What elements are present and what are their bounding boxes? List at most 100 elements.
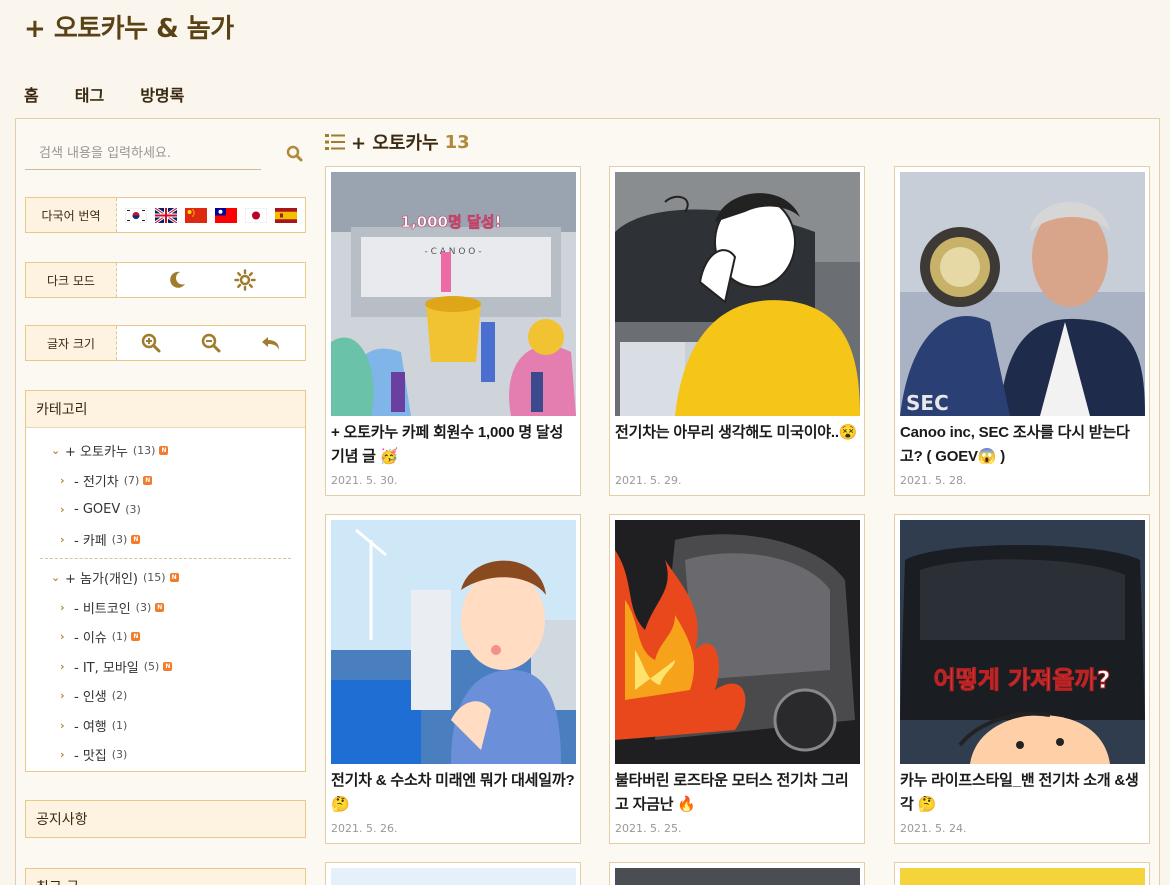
category-count: (5) xyxy=(143,659,160,673)
post-thumbnail xyxy=(331,868,576,885)
post-card[interactable] xyxy=(325,862,581,885)
chevron-right-icon: › xyxy=(60,630,65,644)
search-icon[interactable] xyxy=(285,144,305,164)
chevron-right-icon: › xyxy=(60,689,65,703)
post-date: 2021. 5. 24. xyxy=(900,822,967,835)
post-thumbnail: - C A N O O - 1,000명 달성! xyxy=(331,172,576,416)
category-title: 카테고리 xyxy=(26,391,305,428)
moon-icon[interactable] xyxy=(166,269,188,291)
post-title[interactable]: 전기차 & 수소차 미래엔 뭐가 대세일까? 🤔 xyxy=(331,769,576,817)
post-card[interactable]: 불타버린 로즈타운 모터스 전기차 그리고 자금난 🔥 2021. 5. 25. xyxy=(609,514,865,844)
list-heading: + 오토카누 13 xyxy=(325,130,470,154)
category-group[interactable]: ⌄ + 오토카누 (13) N xyxy=(26,436,305,466)
category-label: - 이슈 xyxy=(74,631,107,647)
category-label: + 놈가(개인) xyxy=(65,572,139,588)
post-title[interactable]: + 오토카누 카페 회원수 1,000 명 달성 기념 글 🥳 xyxy=(331,421,576,469)
new-badge: N xyxy=(131,632,141,642)
post-card[interactable]: 전기차 & 수소차 미래엔 뭐가 대세일까? 🤔 2021. 5. 26. xyxy=(325,514,581,844)
nav-tag[interactable]: 태그 xyxy=(75,82,104,106)
post-title[interactable]: 불타버린 로즈타운 모터스 전기차 그리고 자금난 🔥 xyxy=(615,769,860,817)
new-badge: N xyxy=(159,446,169,456)
category-label: - 카페 xyxy=(74,533,107,549)
category-label: - 맛집 xyxy=(74,749,107,765)
chevron-right-icon: › xyxy=(60,503,65,517)
chevron-right-icon: › xyxy=(60,718,65,732)
category-item[interactable]: › - 전기차 (7) N xyxy=(26,466,305,496)
new-badge: N xyxy=(169,573,179,583)
category-item[interactable]: › - 여행 (1) xyxy=(26,711,305,741)
notice-panel[interactable]: 공지사항 xyxy=(25,800,306,838)
chevron-right-icon: › xyxy=(60,473,65,487)
post-thumbnail xyxy=(615,172,860,416)
spain-flag-icon[interactable] xyxy=(275,207,297,223)
zoom-out-icon[interactable] xyxy=(200,332,222,354)
category-item[interactable]: › - IT, 모바일 (5) N xyxy=(26,652,305,682)
translate-label: 다국어 번역 xyxy=(26,198,117,232)
chevron-down-icon: ⌄ xyxy=(51,571,61,585)
category-label: - 전기차 xyxy=(74,474,119,490)
nav-home[interactable]: 홈 xyxy=(24,82,39,106)
post-card[interactable]: 어떻게 가져올까? 카누 라이프스타일_밴 전기차 소개 &생각 🤔 2021.… xyxy=(894,514,1150,844)
category-label: - GOEV xyxy=(74,502,121,518)
site-title[interactable]: + 오토카누 & 놈가 xyxy=(24,8,234,45)
category-label: - IT, 모바일 xyxy=(74,660,139,676)
category-box: 카테고리 ⌄ + 오토카누 (13) N › - 전기차 (7) N › - GOEV (3) › - … xyxy=(25,390,306,772)
zoom-in-icon[interactable] xyxy=(140,332,162,354)
category-item[interactable]: › - GOEV (3) xyxy=(26,495,305,525)
search-input[interactable] xyxy=(25,138,261,170)
category-divider xyxy=(40,558,291,559)
post-card[interactable] xyxy=(894,862,1150,885)
thumb-caption: 어떻게 가져올까? xyxy=(934,666,1111,694)
category-item[interactable]: › - 비트코인 (3) N xyxy=(26,593,305,623)
category-count: (3) xyxy=(135,600,152,614)
category-item[interactable]: › - 이슈 (1) N xyxy=(26,622,305,652)
category-count: (7) xyxy=(123,473,140,487)
post-card[interactable] xyxy=(609,862,865,885)
post-date: 2021. 5. 26. xyxy=(331,822,398,835)
translate-box: 다국어 번역 xyxy=(25,197,306,233)
post-thumbnail xyxy=(331,520,576,764)
font-size-label: 글자 크기 xyxy=(26,326,117,360)
category-count: (2) xyxy=(111,689,128,703)
new-badge: N xyxy=(163,661,173,671)
category-count: (13) xyxy=(132,444,156,458)
post-card[interactable]: SEC Canoo inc, SEC 조사를 다시 받는다고? ( GOEV😱 … xyxy=(894,166,1150,496)
category-label: - 여행 xyxy=(74,719,107,735)
category-count: (3) xyxy=(111,748,128,762)
nav-guestbook[interactable]: 방명록 xyxy=(140,82,184,106)
category-item[interactable]: › - 인생 (2) xyxy=(26,681,305,711)
font-size-box: 글자 크기 xyxy=(25,325,306,361)
svg-text:1,000명 달성!: 1,000명 달성! xyxy=(401,213,502,231)
post-card[interactable]: 전기차는 아무리 생각해도 미국이야..😵 2021. 5. 29. xyxy=(609,166,865,496)
china-flag-icon[interactable] xyxy=(185,207,207,223)
undo-icon[interactable] xyxy=(260,332,282,354)
taiwan-flag-icon[interactable] xyxy=(215,207,237,223)
category-item[interactable]: › - 카페 (3) N xyxy=(26,525,305,555)
chevron-right-icon: › xyxy=(60,659,65,673)
category-group[interactable]: ⌄ + 놈가(개인) (15) N xyxy=(26,563,305,593)
recent-posts-panel[interactable]: 최근 글 xyxy=(25,868,306,885)
sun-icon[interactable] xyxy=(233,269,256,291)
search-bar xyxy=(25,138,305,170)
category-count: (1) xyxy=(111,718,128,732)
post-title[interactable]: 전기차는 아무리 생각해도 미국이야..😵 xyxy=(615,421,860,445)
top-nav: 홈 태그 방명록 xyxy=(24,82,184,106)
chevron-right-icon: › xyxy=(60,600,65,614)
korea-flag-icon[interactable] xyxy=(125,207,147,223)
post-date: 2021. 5. 25. xyxy=(615,822,682,835)
category-count: (3) xyxy=(125,503,141,517)
uk-flag-icon[interactable] xyxy=(155,207,177,223)
post-thumbnail xyxy=(900,868,1145,885)
japan-flag-icon[interactable] xyxy=(245,207,267,223)
category-label: - 인생 xyxy=(74,690,107,706)
post-thumbnail xyxy=(615,868,860,885)
post-date: 2021. 5. 28. xyxy=(900,474,967,487)
post-title[interactable]: Canoo inc, SEC 조사를 다시 받는다고? ( GOEV😱 ) xyxy=(900,421,1145,469)
list-title: + 오토카누 xyxy=(351,133,439,154)
post-title[interactable]: 카누 라이프스타일_밴 전기차 소개 &생각 🤔 xyxy=(900,769,1145,817)
post-date: 2021. 5. 30. xyxy=(331,474,398,487)
post-card[interactable]: - C A N O O - 1,000명 달성! + 오토카누 카페 회원수 1… xyxy=(325,166,581,496)
post-thumbnail xyxy=(615,520,860,764)
new-badge: N xyxy=(155,602,165,612)
category-item[interactable]: › - 맛집 (3) xyxy=(26,740,305,770)
